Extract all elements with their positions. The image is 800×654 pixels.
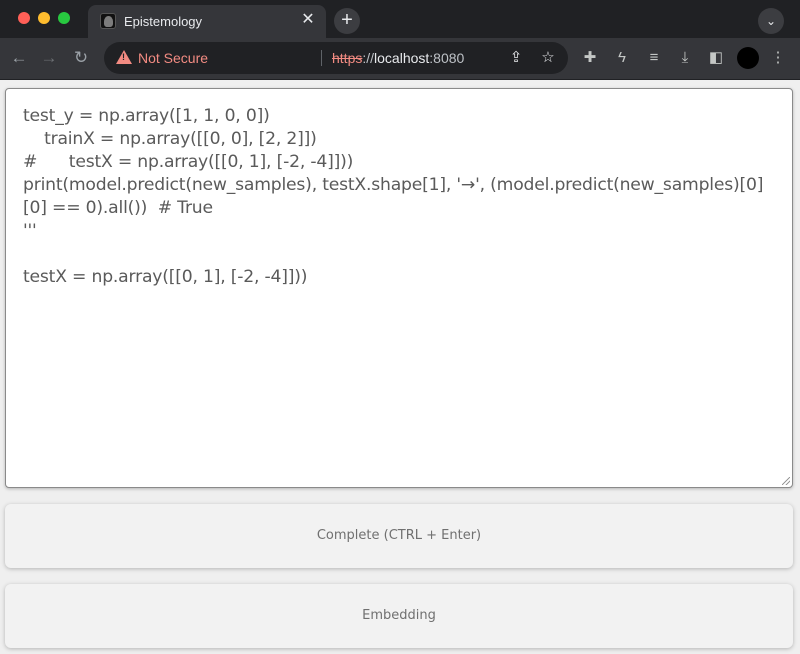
extensions-puzzle-icon[interactable]: ✚ (580, 48, 600, 68)
profile-avatar[interactable] (737, 47, 759, 69)
prompt-textarea[interactable]: test_y = np.array([1, 1, 0, 0]) trainX =… (5, 88, 793, 488)
media-control-icon[interactable]: ≡ (644, 48, 664, 68)
side-panel-icon[interactable]: ◧ (706, 48, 726, 68)
address-bar[interactable]: Not Secure https://localhost:8080 ⇪ ☆ (104, 42, 568, 74)
url-port: :8080 (429, 50, 465, 66)
close-window-button[interactable] (18, 12, 30, 24)
url-host: localhost (374, 50, 430, 66)
bookmark-star-icon[interactable]: ☆ (538, 48, 558, 68)
more-menu-icon[interactable]: ⋮ (768, 48, 788, 68)
url-text[interactable]: https://localhost:8080 (332, 50, 464, 66)
performance-bolt-icon[interactable]: ϟ (612, 48, 632, 68)
close-tab-icon[interactable]: ✕ (300, 11, 316, 29)
share-icon[interactable]: ⇪ (506, 48, 526, 68)
complete-button[interactable]: Complete (CTRL + Enter) (5, 504, 793, 568)
favicon-icon (100, 13, 116, 29)
tab-search-button[interactable]: ⌄ (758, 8, 784, 34)
back-arrow-icon[interactable]: ← (8, 47, 30, 69)
forward-arrow-icon[interactable]: → (38, 47, 60, 69)
url-scheme: https (332, 50, 363, 66)
editor-text: test_y = np.array([1, 1, 0, 0]) trainX =… (23, 106, 764, 287)
browser-titlebar: Epistemology ✕ + ⌄ (0, 0, 800, 38)
browser-tab[interactable]: Epistemology ✕ (88, 5, 326, 38)
url-separator: :// (362, 50, 375, 66)
minimize-window-button[interactable] (38, 12, 50, 24)
maximize-window-button[interactable] (58, 12, 70, 24)
download-icon[interactable]: ⤓ (675, 48, 695, 68)
warning-icon[interactable] (116, 50, 132, 64)
security-status[interactable]: Not Secure (138, 50, 208, 66)
address-divider (321, 50, 322, 66)
browser-toolbar: ← → ↻ Not Secure https://localhost:8080 … (0, 38, 800, 80)
reload-icon[interactable]: ↻ (70, 47, 92, 69)
new-tab-button[interactable]: + (334, 8, 360, 34)
resize-handle-icon[interactable] (782, 477, 790, 485)
embedding-button[interactable]: Embedding (5, 584, 793, 648)
page-content: test_y = np.array([1, 1, 0, 0]) trainX =… (0, 80, 800, 654)
tab-title: Epistemology (124, 14, 203, 29)
